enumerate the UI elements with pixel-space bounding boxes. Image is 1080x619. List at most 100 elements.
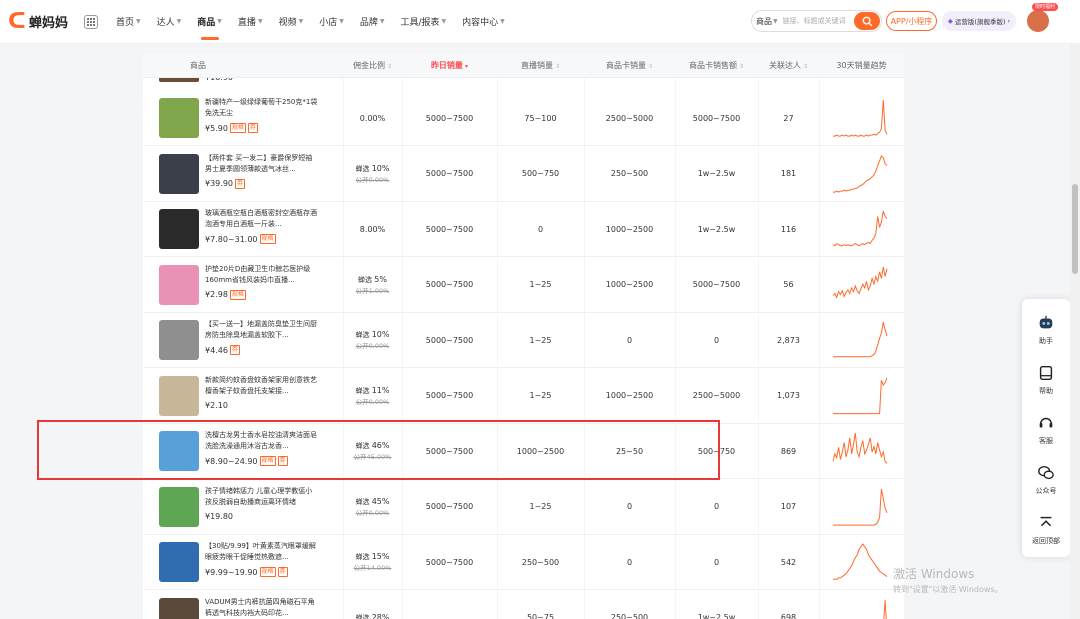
sales-trend-sparkline[interactable]: [831, 263, 889, 307]
column-header[interactable]: 昨日销量 ▾: [402, 54, 497, 78]
nav-item[interactable]: 直播 ▼: [230, 0, 271, 44]
yesterday-sales: [402, 590, 497, 619]
coupon-tag[interactable]: 券: [277, 456, 288, 466]
influencer-count: 2,873: [777, 335, 800, 345]
product-thumbnail[interactable]: [159, 486, 199, 527]
coupon-tag[interactable]: 券: [277, 567, 288, 577]
product-name[interactable]: 孩子情绪韩惩力 儿童心理学教惩小孩反脱弱自助播商运离环情绪: [205, 486, 318, 508]
table-row[interactable]: 玻璃酒瓶空瓶白酒瓶密封空酒瓶存酒泡酒专用白酒瓶一斤装... ¥7.80~31.00…: [143, 201, 904, 257]
scrollbar-thumb[interactable]: [1072, 184, 1078, 274]
table-row[interactable]: 新疆特产一级绿绿葡萄干250克*1袋免洗无尘 ¥5.90 规格券 0.00% 5000~…: [143, 90, 904, 146]
coupon-tag[interactable]: 券: [247, 123, 258, 133]
nav-item[interactable]: 达人 ▼: [149, 0, 190, 44]
vip-plan-button[interactable]: ◆ 运营版(旗舰季版) ›: [942, 11, 1016, 31]
logo[interactable]: ᑕ 蝉妈妈: [8, 10, 82, 33]
product-name[interactable]: 新疆特产一级绿绿葡萄干250克*1袋免洗无尘: [205, 97, 318, 119]
search-category-select[interactable]: 商品: [756, 16, 772, 27]
column-header[interactable]: 关联达人 ⇕: [758, 54, 819, 78]
column-header[interactable]: 商品卡销量 ⇕: [584, 54, 675, 78]
nav-item[interactable]: 视频 ▼: [271, 0, 312, 44]
nav-item[interactable]: 品牌 ▼: [352, 0, 393, 44]
product-name[interactable]: 护垫20片D由藏卫生巾鲸芯医护级160mm省钱风装妈巾直播...: [205, 264, 318, 286]
nav-item[interactable]: 工具/报表 ▼: [392, 0, 454, 44]
commission-prefix: 蝉选: [355, 497, 372, 506]
card-amount: 2500~5000: [692, 391, 741, 400]
column-divider: [584, 54, 585, 619]
product-thumbnail[interactable]: [159, 375, 199, 416]
product-name[interactable]: 玻璃酒瓶空瓶白酒瓶密封空酒瓶存酒泡酒专用白酒瓶一斤装...: [205, 208, 318, 230]
column-header[interactable]: 直播销量 ⇕: [497, 54, 584, 78]
product-name[interactable]: 【买一送一】地漏盖防臭垫卫生间厨房防虫除臭地漏盖软胶下...: [205, 319, 318, 341]
column-header[interactable]: 佣金比例 ⇕: [343, 54, 402, 78]
nav-item-label: 直播: [237, 18, 256, 28]
sales-trend-sparkline[interactable]: [831, 318, 889, 362]
side-tool-robot[interactable]: 助手: [1022, 307, 1070, 353]
product-thumbnail[interactable]: [159, 264, 199, 305]
side-tool-label: 帮助: [1039, 387, 1053, 395]
wechat-icon: [1037, 464, 1055, 482]
product-thumbnail[interactable]: [159, 153, 199, 194]
spec-tag[interactable]: 规格: [229, 289, 246, 300]
product-thumbnail[interactable]: [159, 542, 199, 582]
product-thumbnail[interactable]: [159, 98, 199, 138]
side-tool-wechat[interactable]: 公众号: [1022, 457, 1070, 503]
column-divider: [343, 54, 344, 619]
product-thumbnail[interactable]: [159, 320, 199, 360]
search-button[interactable]: [854, 12, 880, 30]
product-thumbnail[interactable]: [159, 597, 199, 619]
nav-item[interactable]: 小店 ▼: [311, 0, 352, 44]
nav-item[interactable]: 首页 ▼: [108, 0, 149, 44]
coupon-tag[interactable]: 券: [229, 345, 240, 355]
product-name[interactable]: 洗檀古龙男士香水皂控油清爽洁面皂洗脸洗澡通用沐浴古龙香...: [205, 430, 318, 452]
sales-trend-sparkline[interactable]: [831, 374, 889, 418]
side-tool-book[interactable]: 帮助: [1022, 357, 1070, 403]
sales-trend-sparkline[interactable]: [831, 485, 889, 529]
table-row[interactable]: 洗檀古龙男士香水皂控油清爽洁面皂洗脸洗澡通用沐浴古龙香... ¥8.90~24.9…: [143, 423, 904, 479]
sort-icon: ⇕: [385, 63, 392, 70]
sales-trend-sparkline[interactable]: [831, 207, 889, 251]
table-row[interactable]: 【买一送一】地漏盖防臭垫卫生间厨房防虫除臭地漏盖软胶下... ¥4.46 券 蝉选 1…: [143, 312, 904, 368]
chevron-down-icon: ▼: [257, 18, 263, 25]
user-avatar[interactable]: [1027, 10, 1049, 32]
nav-item[interactable]: 商品 ▼: [189, 0, 230, 44]
card-sales: 25~50: [615, 446, 644, 456]
product-name[interactable]: 【30贴/9.99】叶黄素蒸汽眼罩缓解眼疲劳眼干促睡觉热敷遮...: [205, 541, 318, 563]
coupon-tag[interactable]: 券: [235, 178, 246, 189]
public-commission: 公开14.00%: [353, 564, 392, 572]
sales-trend-sparkline[interactable]: [831, 596, 889, 619]
search-box[interactable]: 商品 ▼ 链接、标题或关键词: [751, 10, 882, 32]
table-row[interactable]: 护垫20片D由藏卫生巾鲸芯医护级160mm省钱风装妈巾直播... ¥2.98 规格 蝉…: [143, 257, 904, 313]
product-name[interactable]: VADUM男士内裤抗菌四角磁石平角裤透气科技内裆大码印花...: [205, 597, 318, 619]
user-promo-badge: 限时福利: [1032, 3, 1059, 11]
sales-trend-sparkline[interactable]: [831, 540, 889, 584]
product-name[interactable]: 【两件套 买一发二】豪爵保罗短袖男士夏季圆领薄款透气冰丝...: [205, 153, 318, 175]
spec-tag[interactable]: 规格: [259, 456, 276, 466]
side-tool-headset[interactable]: 客服: [1022, 407, 1070, 453]
app-grid-icon[interactable]: [84, 14, 98, 29]
product-thumbnail[interactable]: [159, 209, 199, 249]
column-header-label: 商品卡销售额: [689, 61, 738, 70]
sales-trend-sparkline[interactable]: [831, 152, 889, 196]
nav-item[interactable]: 内容中心 ▼: [454, 0, 513, 44]
table-row[interactable]: 孩子情绪韩惩力 儿童心理学教惩小孩反脱弱自助播商运离环情绪 ¥19.80 蝉选 45…: [143, 479, 904, 535]
commission-value: 46%: [371, 441, 390, 450]
sales-trend-sparkline[interactable]: [831, 96, 889, 140]
table-row[interactable]: 【30贴/9.99】叶黄素蒸汽眼罩缓解眼疲劳眼干促睡觉热敷遮... ¥9.99~1…: [143, 534, 904, 590]
table-row[interactable]: VADUM男士内裤抗菌四角磁石平角裤透气科技内裆大码印花... 蝉选 28% 50~…: [143, 590, 904, 619]
side-tool-back-to-top[interactable]: 返回顶部: [1022, 507, 1070, 553]
table-row[interactable]: 【两件套 买一发二】豪爵保罗短袖男士夏季圆领薄款透气冰丝... ¥39.90 券 蝉选…: [143, 146, 904, 202]
search-input[interactable]: 链接、标题或关键词: [783, 16, 849, 26]
product-thumbnail[interactable]: [159, 431, 199, 471]
spec-tag[interactable]: 规格: [229, 123, 246, 133]
table-row[interactable]: 新款简约蚊香盘蚊香架家用创意铁艺檀香架子蚊香盘托支架接... ¥2.10 蝉选 11…: [143, 368, 904, 424]
column-header[interactable]: 商品卡销售额 ⇕: [675, 54, 758, 78]
sales-trend-sparkline[interactable]: [831, 429, 889, 473]
sparkline-line: [832, 266, 888, 299]
page-scrollbar[interactable]: [1070, 44, 1080, 619]
sparkline-line: [833, 321, 888, 358]
app-miniprogram-button[interactable]: APP/小程序: [886, 11, 937, 31]
spec-tag[interactable]: 规格: [259, 234, 276, 244]
product-name[interactable]: 新款简约蚊香盘蚊香架家用创意铁艺檀香架子蚊香盘托支架接...: [205, 375, 318, 397]
spec-tag[interactable]: 规格: [259, 567, 276, 577]
product-price: ¥5.90: [205, 123, 228, 133]
